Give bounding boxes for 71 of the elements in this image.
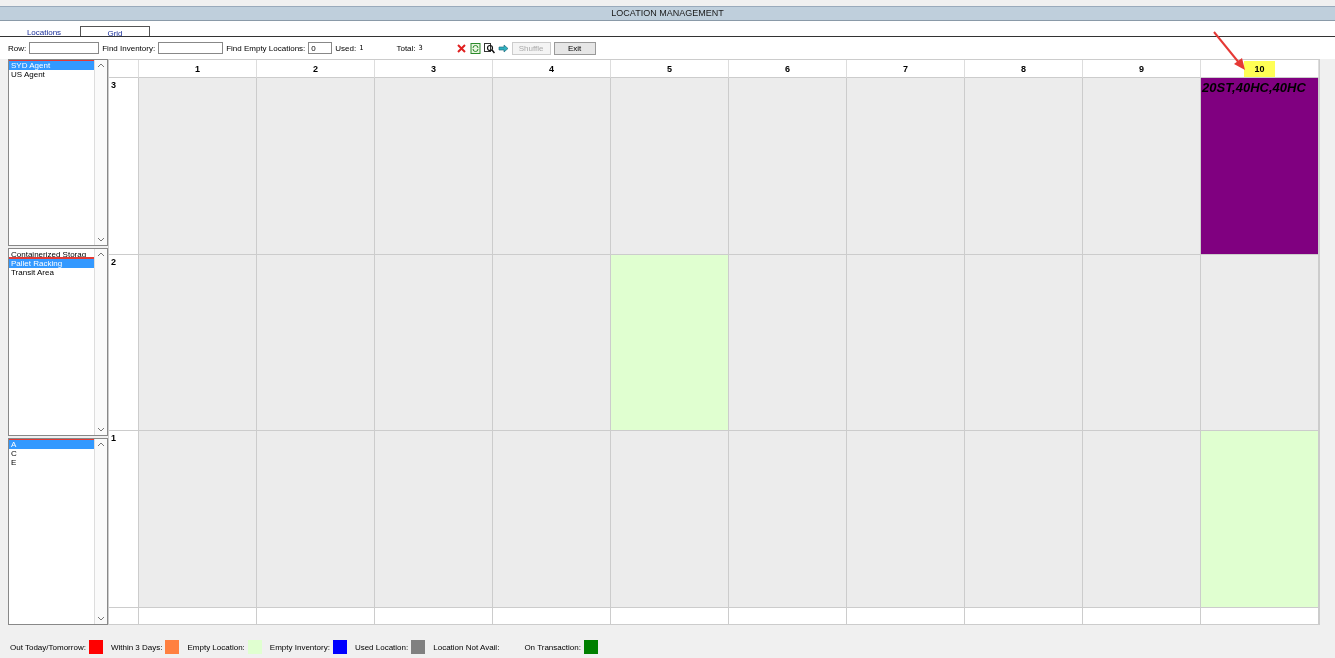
used-label: Used: — [335, 43, 357, 53]
search-icon[interactable] — [483, 42, 495, 54]
column-header: 2 — [313, 63, 318, 74]
list-box[interactable]: A C E — [8, 437, 108, 625]
row-label: Row: — [8, 43, 27, 53]
annotation-arrow — [1212, 30, 1248, 72]
column-header: 7 — [903, 63, 908, 74]
column-header: 3 — [431, 63, 436, 74]
grid-location[interactable] — [493, 254, 611, 432]
row-header: 1 — [111, 433, 116, 444]
grid-location[interactable] — [847, 254, 965, 432]
grid-location[interactable] — [611, 254, 729, 432]
column-header: 4 — [549, 63, 554, 74]
list-box[interactable]: SYD Agent US Agent — [8, 59, 108, 247]
grid-location[interactable] — [257, 254, 375, 432]
grid-location[interactable] — [257, 78, 375, 255]
grid-location[interactable] — [965, 431, 1083, 608]
window-title: LOCATION MANAGEMENT — [0, 7, 1335, 21]
exit-button[interactable]: Exit — [553, 41, 596, 55]
refresh-icon[interactable] — [469, 42, 481, 54]
grid-location[interactable] — [1201, 431, 1319, 608]
location-contents: 20ST,40HC,40HC — [1201, 79, 1307, 97]
legend-label: Location Not Avail: — [433, 642, 500, 652]
column-header: 1 — [195, 63, 200, 74]
legend-label: Used Location: — [354, 642, 409, 652]
grid-location[interactable] — [1083, 78, 1201, 255]
find-empty-label: Find Empty Locations: — [226, 43, 306, 53]
grid-location[interactable] — [139, 78, 257, 255]
row-header: 2 — [111, 256, 116, 267]
grid-location[interactable] — [375, 431, 493, 608]
list-item[interactable]: US Agent — [9, 70, 94, 79]
legend-label: On Transaction: — [524, 642, 581, 652]
find-inventory-field[interactable] — [158, 42, 224, 54]
grid-location[interactable] — [139, 431, 257, 608]
grid-location[interactable] — [847, 78, 965, 255]
grid-location[interactable] — [493, 431, 611, 608]
grid-location[interactable] — [847, 431, 965, 608]
legend-label: Out Today/Tomorrow: — [10, 642, 86, 652]
grid-location[interactable] — [611, 78, 729, 255]
legend-label: Within 3 Days: — [110, 642, 163, 652]
tab[interactable]: Grid — [80, 26, 150, 36]
arrow-right-icon[interactable] — [497, 42, 509, 54]
list-item[interactable]: Transit Area — [9, 268, 94, 278]
grid-location[interactable] — [611, 431, 729, 608]
row-header: 3 — [111, 80, 116, 90]
grid-location[interactable] — [729, 431, 847, 608]
column-header: 5 — [667, 63, 672, 74]
column-header: 9 — [1139, 63, 1144, 74]
grid-location[interactable] — [493, 78, 611, 255]
column-header: 10 — [1244, 60, 1275, 77]
grid-location[interactable] — [729, 78, 847, 255]
find-empty-field[interactable]: 0 — [308, 42, 333, 54]
grid-location[interactable] — [375, 78, 493, 255]
column-header: 8 — [1021, 63, 1026, 74]
grid-location[interactable] — [1083, 254, 1201, 432]
find-inventory-label: Find Inventory: — [102, 43, 156, 53]
total-label: Total: — [396, 43, 416, 53]
column-header: 6 — [785, 63, 790, 74]
list-item[interactable]: C — [9, 448, 94, 458]
grid-location[interactable] — [965, 254, 1083, 432]
grid-location[interactable] — [1201, 254, 1319, 432]
grid-location[interactable] — [375, 254, 493, 432]
grid-location[interactable] — [139, 254, 257, 432]
grid-location[interactable] — [729, 254, 847, 432]
grid-location[interactable] — [965, 78, 1083, 255]
grid-location[interactable] — [1083, 431, 1201, 608]
legend-label: Empty Inventory: — [269, 642, 330, 652]
legend-label: Empty Location: — [187, 642, 245, 652]
grid-location[interactable] — [257, 431, 375, 608]
row-field[interactable] — [29, 42, 100, 54]
close-icon[interactable] — [455, 42, 467, 54]
